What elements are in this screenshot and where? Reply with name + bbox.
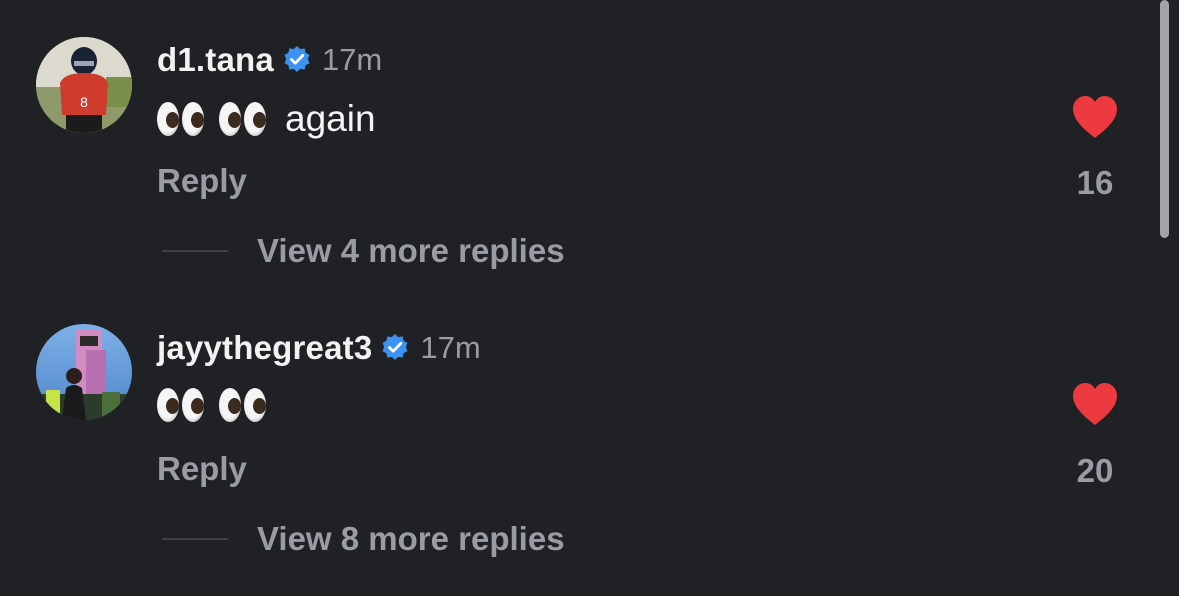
avatar-photo: 8 xyxy=(36,37,132,133)
avatar[interactable]: 8 xyxy=(36,37,132,133)
username[interactable]: d1.tana xyxy=(157,41,274,79)
avatar-photo xyxy=(36,324,132,420)
comment-header: jayythegreat3 17m xyxy=(157,326,481,370)
heart-icon[interactable] xyxy=(1070,381,1120,427)
eyes-emoji xyxy=(157,388,207,422)
thread-divider xyxy=(162,538,228,540)
timestamp: 17m xyxy=(420,330,481,365)
heart-icon[interactable] xyxy=(1070,94,1120,140)
reply-button[interactable]: Reply xyxy=(157,162,247,200)
avatar[interactable] xyxy=(36,324,132,420)
verified-badge-icon xyxy=(282,45,312,75)
like-count: 20 xyxy=(1076,452,1114,489)
view-replies-label: View 8 more replies xyxy=(257,520,565,557)
verified-badge-icon xyxy=(380,333,410,363)
comments-screen: 8 d1.tana 17m again Reply 16 View 4 more… xyxy=(0,0,1179,596)
timestamp: 17m xyxy=(321,42,383,77)
view-replies-label: View 4 more replies xyxy=(257,232,565,269)
comment-body xyxy=(157,380,285,430)
comment-text: again xyxy=(285,98,376,139)
reply-button[interactable]: Reply xyxy=(157,450,247,488)
like-count: 16 xyxy=(1076,164,1114,201)
comment-body: again xyxy=(157,94,376,144)
scrollbar[interactable] xyxy=(1160,0,1169,238)
eyes-emoji xyxy=(157,102,207,136)
view-more-replies-button[interactable]: View 8 more replies xyxy=(162,520,565,558)
comment-header: d1.tana 17m xyxy=(157,38,382,82)
eyes-emoji xyxy=(219,388,269,422)
eyes-emoji xyxy=(219,102,269,136)
username[interactable]: jayythegreat3 xyxy=(157,329,372,367)
svg-text:8: 8 xyxy=(80,94,88,110)
thread-divider xyxy=(162,250,228,252)
view-more-replies-button[interactable]: View 4 more replies xyxy=(162,232,565,270)
